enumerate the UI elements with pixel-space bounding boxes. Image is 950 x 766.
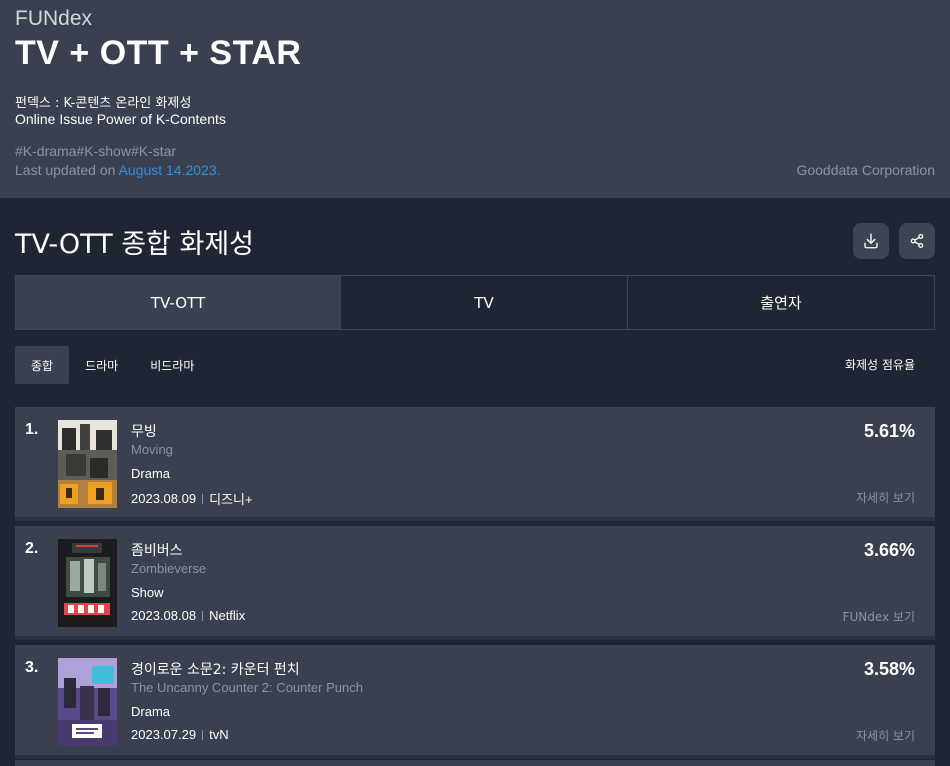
rank-number: 3. [25,659,39,676]
poster-image [58,420,117,508]
title-english: Moving [131,442,173,457]
rank-number: 2. [25,540,39,557]
tab-cast[interactable]: 출연자 [628,276,934,329]
subtab-drama[interactable]: 드라마 [69,346,134,384]
brand-name: FUNdex [15,7,93,30]
genre: Drama [131,466,171,481]
divider [202,729,204,740]
air-info: 2023.08.08 Netflix [131,608,245,623]
poster-image [58,658,117,746]
ranking-card[interactable]: 1. 무빙 Moving Drama 2023.08.09 디즈니+ 5.61%… [15,407,935,521]
share-button[interactable] [899,223,935,259]
next-ranking-card-partial [15,760,935,766]
share-percent: 5.61% [863,421,915,441]
category-tabs: TV-OTT TV 출연자 [15,275,935,330]
share-percent: 3.58% [863,659,915,679]
rank-number: 1. [25,421,39,438]
air-date: 2023.07.29 [131,727,197,742]
hashtags: #K-drama#K-show#K-star [15,143,177,159]
title-korean: 경이로운 소문2: 카운터 펀치 [131,662,300,678]
detail-link[interactable]: 자세히 보기 [856,489,915,506]
download-button[interactable] [853,223,889,259]
air-info: 2023.07.29 tvN [131,727,229,742]
description-english: Online Issue Power of K-Contents [15,111,226,127]
corporation-name: Gooddata Corporation [796,162,935,178]
share-icon [910,233,924,249]
hero-title: TV + OTT + STAR [15,34,302,72]
title-korean: 좀비버스 [131,543,183,559]
ranking-card[interactable]: 3. 경이로운 소문2: 카운터 펀치 The Uncanny Counter … [15,645,935,759]
subtab-non-drama[interactable]: 비드라마 [134,346,210,384]
genre-filter: 종합 드라마 비드라마 [15,346,210,384]
title-korean: 무빙 [131,424,157,440]
subtab-overall[interactable]: 종합 [15,346,70,384]
air-info: 2023.08.09 디즈니+ [131,489,253,508]
tab-tv-ott[interactable]: TV-OTT [16,276,341,329]
channel: Netflix [209,608,246,623]
share-column-label: 화제성 점유율 [844,358,915,372]
air-date: 2023.08.08 [131,608,197,623]
title-english: Zombieverse [131,561,207,576]
genre: Show [131,585,164,600]
divider [202,493,204,504]
poster-image [58,539,117,627]
detail-link[interactable]: FUNdex 보기 [843,608,915,625]
share-percent: 3.66% [863,540,915,560]
last-updated-label: Last updated on [15,162,119,178]
channel: tvN [209,727,229,742]
tab-tv[interactable]: TV [341,276,628,329]
last-updated-date: August 14.2023. [118,162,221,178]
last-updated: Last updated on August 14.2023. [15,162,221,178]
channel: 디즈니+ [209,492,253,507]
ranking-card[interactable]: 2. 좀비버스 Zombieverse Show 2023.08.08 Netf… [15,526,935,640]
section-title: TV-OTT 종합 화제성 [15,229,255,260]
download-icon [864,233,878,249]
genre: Drama [131,704,171,719]
description-korean: 펀덱스 : K-콘텐츠 온라인 화제성 [15,96,192,111]
title-english: The Uncanny Counter 2: Counter Punch [131,680,363,695]
hero-banner: FUNdex TV + OTT + STAR 펀덱스 : K-콘텐츠 온라인 화… [0,0,950,198]
detail-link[interactable]: 자세히 보기 [856,727,915,744]
divider [202,610,204,621]
air-date: 2023.08.09 [131,491,197,506]
